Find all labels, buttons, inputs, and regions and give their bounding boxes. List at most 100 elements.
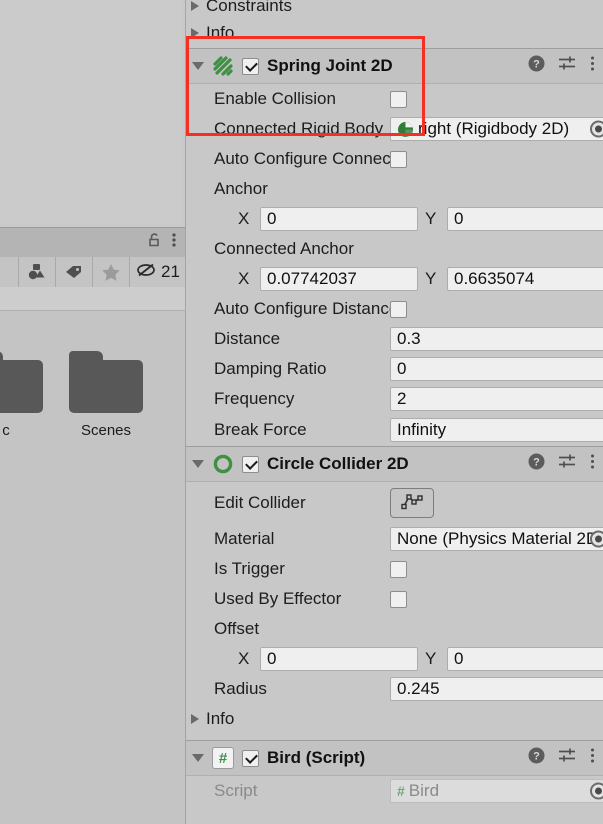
favorite-star-icon[interactable] [92, 257, 129, 287]
kebab-menu-icon[interactable] [590, 55, 595, 77]
row-anchor-xy[interactable]: X 0 Y 0 [186, 204, 603, 234]
distance-input[interactable]: 0.3 [390, 327, 603, 351]
property-label: Auto Configure Distance [214, 299, 392, 318]
kebab-menu-icon[interactable] [590, 453, 595, 475]
project-asset-grid: c Scenes [0, 311, 186, 824]
help-icon[interactable]: ? [528, 453, 545, 475]
radius-input[interactable]: 0.245 [390, 677, 603, 701]
component-title: Circle Collider 2D [267, 454, 409, 473]
svg-text:?: ? [533, 751, 540, 763]
row-connected-anchor-xy[interactable]: X 0.07742037 Y 0.6635074 [186, 264, 603, 294]
row-damping-ratio[interactable]: Damping Ratio 0 [186, 354, 603, 384]
offset-x-input[interactable]: 0 [260, 647, 418, 671]
property-label: Connected Rigid Body [214, 119, 384, 138]
hidden-search-filter[interactable]: 21 [129, 257, 185, 287]
row-radius[interactable]: Radius 0.245 [186, 674, 603, 704]
property-label: Break Force [214, 420, 307, 439]
object-picker-icon[interactable] [590, 120, 603, 138]
asset-item[interactable]: c [0, 351, 54, 439]
row-anchor: Anchor [186, 174, 603, 204]
connected-rigid-body-field[interactable]: right (Rigidbody 2D) [390, 117, 603, 141]
help-icon[interactable]: ? [528, 55, 545, 77]
object-picker-icon[interactable] [590, 530, 603, 548]
connected-anchor-x-input[interactable]: 0.07742037 [260, 267, 418, 291]
component-enabled-checkbox[interactable] [242, 455, 259, 473]
axis-label-y: Y [425, 209, 437, 228]
component-header-circle-collider-2d[interactable]: Circle Collider 2D ? [186, 446, 603, 482]
unity-editor-screenshot: 21 c Scenes Constraints Info Spring Join… [0, 0, 603, 824]
foldout-info-rigidbody[interactable]: Info [186, 18, 603, 48]
preset-settings-icon[interactable] [558, 747, 577, 769]
script-field: # Bird [390, 779, 603, 803]
property-label: Damping Ratio [214, 359, 327, 378]
row-edit-collider[interactable]: Edit Collider [186, 482, 603, 524]
is-trigger-checkbox[interactable] [390, 560, 407, 578]
help-icon[interactable]: ? [528, 747, 545, 769]
auto-configure-distance-checkbox[interactable] [390, 300, 407, 318]
folder-icon [69, 351, 143, 413]
triangle-down-icon[interactable] [192, 62, 204, 70]
component-header-spring-joint-2d[interactable]: Spring Joint 2D ? [186, 48, 603, 84]
connected-anchor-y-input[interactable]: 0.6635074 [447, 267, 603, 291]
project-panel-column: 21 c Scenes [0, 0, 186, 824]
row-connected-rigid-body[interactable]: Connected Rigid Body right (Rigidbody 2D… [186, 114, 603, 144]
row-used-by-effector[interactable]: Used By Effector [186, 584, 603, 614]
row-auto-configure-distance[interactable]: Auto Configure Distance [186, 294, 603, 324]
row-distance[interactable]: Distance 0.3 [186, 324, 603, 354]
row-enable-collision[interactable]: Enable Collision [186, 84, 603, 114]
component-enabled-checkbox[interactable] [242, 749, 259, 767]
row-offset-xy[interactable]: X 0 Y 0 [186, 644, 603, 674]
property-label: Material [214, 529, 275, 548]
property-label: Offset [214, 619, 260, 638]
axis-label-x: X [238, 269, 250, 288]
type-filter-icon[interactable] [18, 257, 55, 287]
axis-label-x: X [238, 649, 250, 668]
material-value: None (Physics Material 2D) [397, 529, 603, 548]
triangle-right-icon [191, 28, 199, 38]
foldout-label: Info [206, 23, 235, 42]
property-label: Connected Anchor [214, 239, 354, 258]
auto-configure-connected-anchor-checkbox[interactable] [390, 150, 407, 168]
offset-y-input[interactable]: 0 [447, 647, 603, 671]
row-auto-configure-connected-anchor[interactable]: Auto Configure Connected Anchor [186, 144, 603, 174]
row-frequency[interactable]: Frequency 2 [186, 384, 603, 414]
row-material[interactable]: Material None (Physics Material 2D) [186, 524, 603, 554]
edit-collider-button[interactable] [390, 488, 434, 518]
foldout-info-collider[interactable]: Info [186, 704, 603, 734]
label-tag-icon[interactable] [55, 257, 92, 287]
asset-label: c [2, 422, 10, 439]
property-label: Used By Effector [214, 589, 342, 608]
row-connected-anchor: Connected Anchor [186, 234, 603, 264]
triangle-down-icon[interactable] [192, 460, 204, 468]
property-label: Edit Collider [214, 493, 306, 512]
material-field[interactable]: None (Physics Material 2D) [390, 527, 603, 551]
component-enabled-checkbox[interactable] [242, 57, 259, 75]
foldout-constraints[interactable]: Constraints [186, 0, 603, 18]
component-title: Spring Joint 2D [267, 56, 393, 75]
svg-text:?: ? [533, 59, 540, 71]
preset-settings-icon[interactable] [558, 453, 577, 475]
inspector-panel: Constraints Info Spring Joint 2D ? Enabl… [186, 0, 603, 824]
anchor-x-input[interactable]: 0 [260, 207, 418, 231]
preset-settings-icon[interactable] [558, 55, 577, 77]
kebab-menu-icon[interactable] [590, 747, 595, 769]
component-header-bird-script[interactable]: # Bird (Script) ? [186, 740, 603, 776]
kebab-menu-icon[interactable] [171, 231, 177, 254]
project-filter-bar: 21 [0, 257, 186, 287]
anchor-y-input[interactable]: 0 [447, 207, 603, 231]
unlock-icon[interactable] [145, 231, 163, 254]
property-label: Script [214, 781, 258, 800]
hidden-search-icon [135, 260, 159, 285]
asset-item[interactable]: Scenes [58, 351, 154, 439]
object-picker-icon [590, 782, 603, 800]
break-force-input[interactable]: Infinity [390, 418, 603, 442]
row-is-trigger[interactable]: Is Trigger [186, 554, 603, 584]
damping-ratio-input[interactable]: 0 [390, 357, 603, 381]
triangle-down-icon[interactable] [192, 754, 204, 762]
enable-collision-checkbox[interactable] [390, 90, 407, 108]
foldout-label: Constraints [206, 0, 292, 15]
row-break-force[interactable]: Break Force Infinity [186, 414, 603, 446]
project-breadcrumb-bar[interactable] [0, 287, 186, 311]
frequency-input[interactable]: 2 [390, 387, 603, 411]
used-by-effector-checkbox[interactable] [390, 590, 407, 608]
